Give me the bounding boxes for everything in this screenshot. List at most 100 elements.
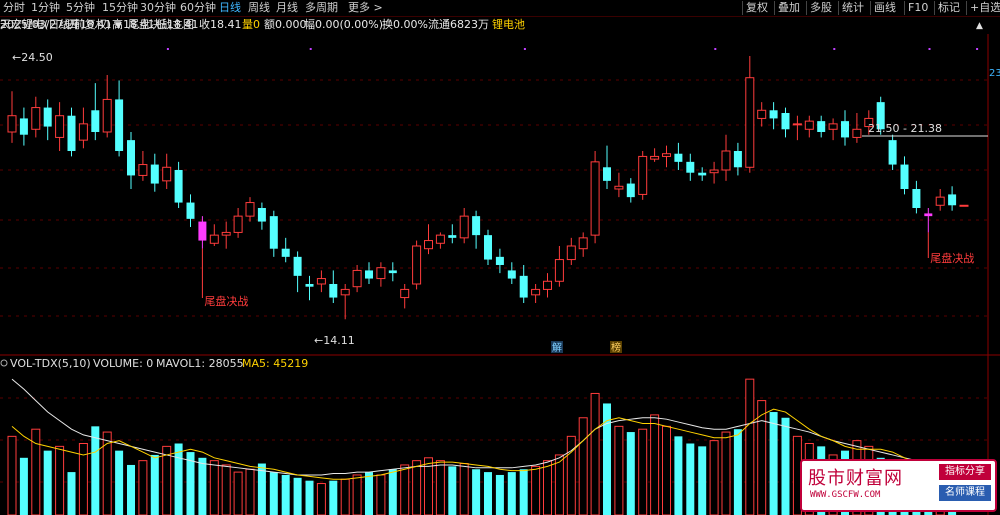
candle-body	[554, 259, 564, 282]
candle-body	[507, 270, 516, 279]
volume-bar	[650, 414, 660, 515]
candle-body	[698, 172, 707, 176]
candle-body	[174, 169, 183, 203]
candle-body	[733, 150, 742, 168]
low-price-label: ←14.11	[314, 334, 355, 347]
panel-settings-icon[interactable]	[0, 359, 8, 367]
volume-bar	[721, 431, 731, 515]
candle-body	[792, 123, 802, 126]
candle-body	[459, 215, 469, 239]
signal-dot	[833, 48, 836, 50]
stock-title: 天宏锂电(日线 前复权)	[0, 17, 111, 31]
candle-body	[245, 202, 255, 217]
chart-overlay: ←24.50←14.1121.50 - 21.3823尾盘决战尾盘决战解 榜天宏锂…	[0, 17, 1000, 354]
collapse-icon: ▲	[976, 21, 983, 31]
candle-body	[198, 221, 207, 241]
candle-body	[959, 204, 969, 207]
candle-body	[852, 128, 862, 138]
event-marker-jie-text: 解	[552, 341, 562, 354]
right-axis-label: 23	[989, 68, 1000, 79]
volume-bar	[115, 450, 124, 515]
high-price-label: ←24.50	[12, 51, 53, 64]
signal-dot	[523, 48, 526, 50]
volume-bar	[698, 446, 707, 515]
candle-body	[626, 183, 635, 198]
signal-dot	[928, 48, 931, 50]
volume-bar	[472, 469, 481, 515]
volume-bar	[495, 474, 504, 515]
candle-body	[484, 235, 492, 260]
candle-body	[543, 280, 552, 290]
candle-body	[603, 167, 611, 181]
candle-body	[495, 256, 504, 265]
candle-body	[709, 169, 719, 174]
candlestick-panel[interactable]	[0, 34, 1000, 515]
candle-body	[686, 161, 695, 173]
candle-body	[841, 121, 849, 138]
candle-body	[376, 267, 386, 280]
candle-body	[316, 278, 326, 285]
candle-body	[412, 245, 422, 285]
volume-value: VOLUME: 0	[93, 357, 153, 370]
volume-bar	[590, 392, 600, 515]
candle-body	[638, 155, 648, 195]
volume-bar	[412, 460, 422, 515]
indicator-title: 尾盘决战主图	[128, 17, 194, 31]
volume-bar	[19, 457, 28, 515]
candle-body	[340, 288, 350, 296]
candle-body	[769, 110, 778, 119]
signal-dot	[309, 48, 312, 50]
candle-body	[209, 234, 219, 244]
volume-bar	[745, 378, 755, 515]
candle-body	[900, 164, 909, 189]
volume-bar	[543, 460, 552, 515]
candle-body	[472, 216, 481, 236]
candle-body	[566, 245, 576, 261]
signal-label: 尾盘决战	[930, 251, 974, 265]
volume-bar	[7, 435, 17, 515]
candle-body	[578, 237, 588, 250]
volume-bar	[757, 400, 767, 515]
candle-body	[650, 155, 660, 160]
watermark-tag-share: 指标分享	[939, 464, 991, 480]
candle-body	[221, 231, 231, 236]
volume-bar	[67, 472, 76, 515]
candle-body	[352, 269, 362, 288]
volume-bar	[281, 474, 290, 515]
volume-bar	[198, 457, 207, 515]
candle-body	[424, 240, 433, 250]
candle-body	[721, 150, 731, 171]
candle-body	[102, 98, 112, 133]
candle-body	[78, 123, 88, 141]
volume-bar	[316, 483, 326, 515]
volume-bar	[293, 477, 302, 515]
volume-bar	[448, 466, 457, 515]
volume-bar	[55, 445, 65, 515]
candle-body	[19, 118, 28, 135]
signal-dot	[714, 48, 717, 50]
candle-body	[269, 216, 278, 249]
chart-area[interactable]: VOL-TDX(5,10) VOLUME: 0 MAVOL1: 28055MA5: …	[0, 0, 1000, 515]
volume-bar	[388, 469, 397, 515]
volume-bar	[127, 464, 135, 515]
volume-bar	[554, 454, 564, 515]
candle-body	[888, 140, 897, 165]
volume-bar	[138, 460, 148, 515]
candle-body	[435, 234, 445, 244]
candle-body	[233, 215, 243, 233]
candle-body	[7, 115, 17, 133]
candle-body	[293, 256, 302, 276]
volume-bar	[484, 472, 492, 515]
volume-bar	[626, 432, 635, 515]
chevron-down-icon: ▼	[115, 21, 122, 31]
signal-dot	[976, 48, 979, 50]
volume-bar	[733, 429, 742, 515]
volume-bar	[662, 425, 671, 515]
candle-body	[127, 140, 135, 176]
volume-bar	[459, 463, 469, 515]
ma5-value: MA5: 45219	[242, 357, 308, 370]
candle-body	[745, 77, 755, 168]
volume-bar	[435, 460, 445, 515]
candle-body	[257, 207, 266, 222]
candle-body	[935, 196, 945, 206]
